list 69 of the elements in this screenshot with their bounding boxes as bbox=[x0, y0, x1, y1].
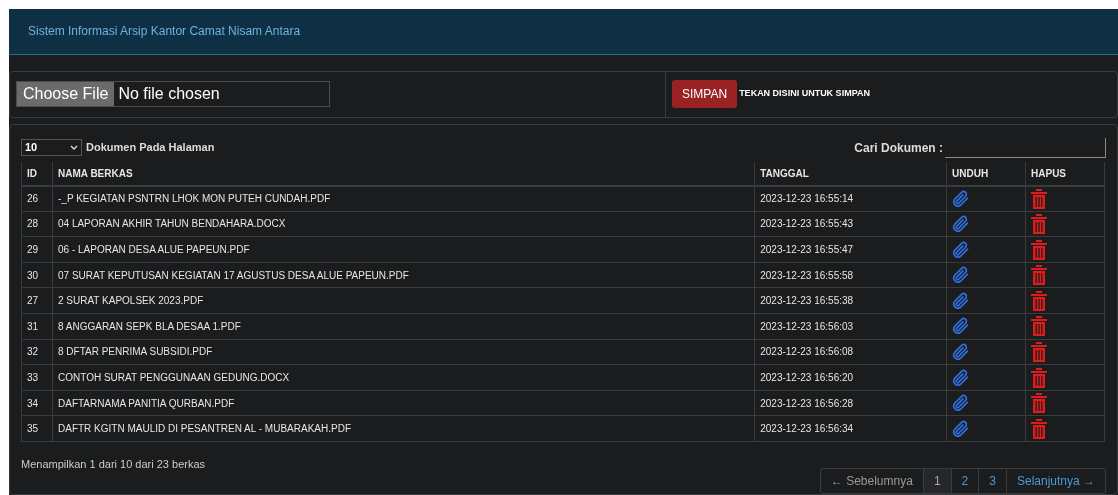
paperclip-icon[interactable] bbox=[950, 418, 971, 439]
paperclip-icon[interactable] bbox=[950, 393, 971, 414]
file-name-cell: 04 LAPORAN AKHIR TAHUN BENDAHARA.DOCX bbox=[58, 218, 286, 230]
pagination-link[interactable]: 3 bbox=[978, 469, 1006, 493]
search-field[interactable] bbox=[945, 137, 1106, 158]
date-cell: 2023-12-23 16:56:34 bbox=[760, 423, 854, 435]
paperclip-icon[interactable] bbox=[950, 341, 971, 362]
id-cell: 35 bbox=[27, 423, 39, 435]
date-cell: 2023-12-23 16:55:14 bbox=[760, 193, 854, 205]
summary-text: Menampilkan 1 dari 10 dari 23 berkas bbox=[21, 457, 206, 472]
paperclip-icon[interactable] bbox=[950, 316, 971, 337]
paperclip-icon[interactable] bbox=[950, 367, 971, 388]
file-name-cell: 07 SURAT KEPUTUSAN KEGIATAN 17 AGUSTUS DESA ALUE PAPEUN.PDF bbox=[58, 269, 409, 281]
trash-icon[interactable] bbox=[1031, 341, 1047, 362]
page-size-select[interactable]: 10 bbox=[21, 139, 82, 157]
date-cell: 2023-12-23 16:55:43 bbox=[760, 218, 854, 230]
file-input[interactable]: Choose File No file chosen bbox=[16, 81, 330, 108]
id-cell: 30 bbox=[27, 269, 39, 281]
trash-icon[interactable] bbox=[1031, 316, 1047, 337]
id-cell: 26 bbox=[27, 193, 39, 205]
column-header: ID bbox=[27, 167, 37, 179]
column-header: NAMA BERKAS bbox=[58, 167, 133, 179]
id-cell: 28 bbox=[27, 218, 39, 230]
pagination-link[interactable]: 2 bbox=[950, 469, 979, 493]
trash-icon[interactable] bbox=[1031, 265, 1047, 286]
id-cell: 32 bbox=[27, 346, 39, 358]
date-cell: 2023-12-23 16:56:03 bbox=[760, 320, 854, 332]
file-name-cell: 8 DFTAR PENRIMA SUBSIDI.PDF bbox=[58, 346, 213, 358]
id-cell: 29 bbox=[27, 244, 39, 256]
id-cell: 33 bbox=[27, 372, 39, 383]
trash-icon[interactable] bbox=[1031, 188, 1047, 209]
save-button[interactable]: SIMPAN bbox=[672, 80, 738, 109]
date-cell: 2023-12-23 16:56:28 bbox=[760, 397, 854, 409]
save-hint: TEKAN DISINI UNTUK SIMPAN bbox=[739, 87, 870, 101]
date-cell: 2023-12-23 16:56:20 bbox=[760, 372, 854, 383]
trash-icon[interactable] bbox=[1031, 239, 1047, 260]
page-size-label: Dokumen Pada Halaman bbox=[86, 140, 215, 156]
paperclip-icon[interactable] bbox=[950, 188, 971, 209]
file-name-cell: CONTOH SURAT PENGGUNAAN GEDUNG.DOCX bbox=[58, 372, 290, 383]
chevron-down-icon bbox=[70, 144, 78, 151]
file-name-cell: DAFTR KGITN MAULID DI PESANTREN AL - MUBARAKAH.PDF bbox=[58, 423, 351, 435]
column-header: TANGGAL bbox=[760, 167, 809, 179]
paperclip-icon[interactable] bbox=[950, 213, 971, 234]
date-cell: 2023-12-23 16:55:38 bbox=[760, 295, 854, 307]
trash-icon[interactable] bbox=[1031, 393, 1047, 414]
file-name-cell: 06 - LAPORAN DESA ALUE PAPEUN.PDF bbox=[58, 244, 250, 256]
id-cell: 27 bbox=[27, 295, 39, 307]
file-name-cell: 2 SURAT KAPOLSEK 2023.PDF bbox=[58, 295, 204, 307]
column-header: HAPUS bbox=[1031, 167, 1067, 179]
id-cell: 34 bbox=[27, 397, 39, 409]
trash-icon[interactable] bbox=[1031, 367, 1047, 388]
pagination-link[interactable]: 1 bbox=[922, 469, 951, 493]
column-header: UNDUH bbox=[952, 167, 989, 179]
trash-icon[interactable] bbox=[1031, 418, 1047, 439]
file-name-cell: -_P KEGIATAN PSNTRN LHOK MON PUTEH CUNDAH.PDF bbox=[58, 193, 331, 205]
date-cell: 2023-12-23 16:55:47 bbox=[760, 244, 854, 256]
paperclip-icon[interactable] bbox=[950, 239, 971, 260]
id-cell: 31 bbox=[27, 320, 39, 332]
file-name-cell: DAFTARNAMA PANITIA QURBAN.PDF bbox=[58, 397, 235, 409]
date-cell: 2023-12-23 16:56:08 bbox=[760, 346, 854, 358]
trash-icon[interactable] bbox=[1031, 290, 1047, 311]
paperclip-icon[interactable] bbox=[950, 265, 971, 286]
pagination-link[interactable]: Selanjutnya → bbox=[1005, 469, 1105, 493]
paperclip-icon[interactable] bbox=[950, 290, 971, 311]
file-name-cell: 8 ANGGARAN SEPK BLA DESAA 1.PDF bbox=[58, 320, 241, 332]
search-label: Cari Dokumen : bbox=[854, 139, 943, 157]
trash-icon[interactable] bbox=[1031, 213, 1047, 234]
date-cell: 2023-12-23 16:55:58 bbox=[760, 269, 854, 281]
app-title: Sistem Informasi Arsip Kantor Camat Nisam Antara bbox=[28, 23, 301, 41]
